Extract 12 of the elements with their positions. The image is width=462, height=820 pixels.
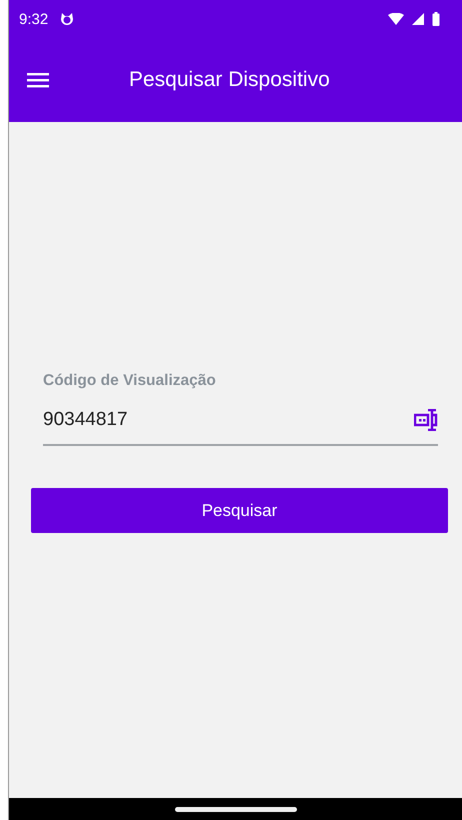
home-handle[interactable] xyxy=(174,806,296,812)
battery-icon xyxy=(432,12,440,26)
menu-icon[interactable] xyxy=(27,72,49,88)
text-cursor-icon[interactable] xyxy=(414,409,438,431)
signal-icon xyxy=(412,13,424,25)
wifi-icon xyxy=(388,13,404,25)
code-input-field[interactable]: 90344817 xyxy=(43,402,438,446)
screen-title: Pesquisar Dispositivo xyxy=(129,68,330,92)
cat-face-icon xyxy=(60,12,74,26)
search-button[interactable]: Pesquisar xyxy=(31,488,448,533)
status-time: 9:32 xyxy=(19,10,48,28)
field-label: Código de Visualização xyxy=(43,372,217,390)
